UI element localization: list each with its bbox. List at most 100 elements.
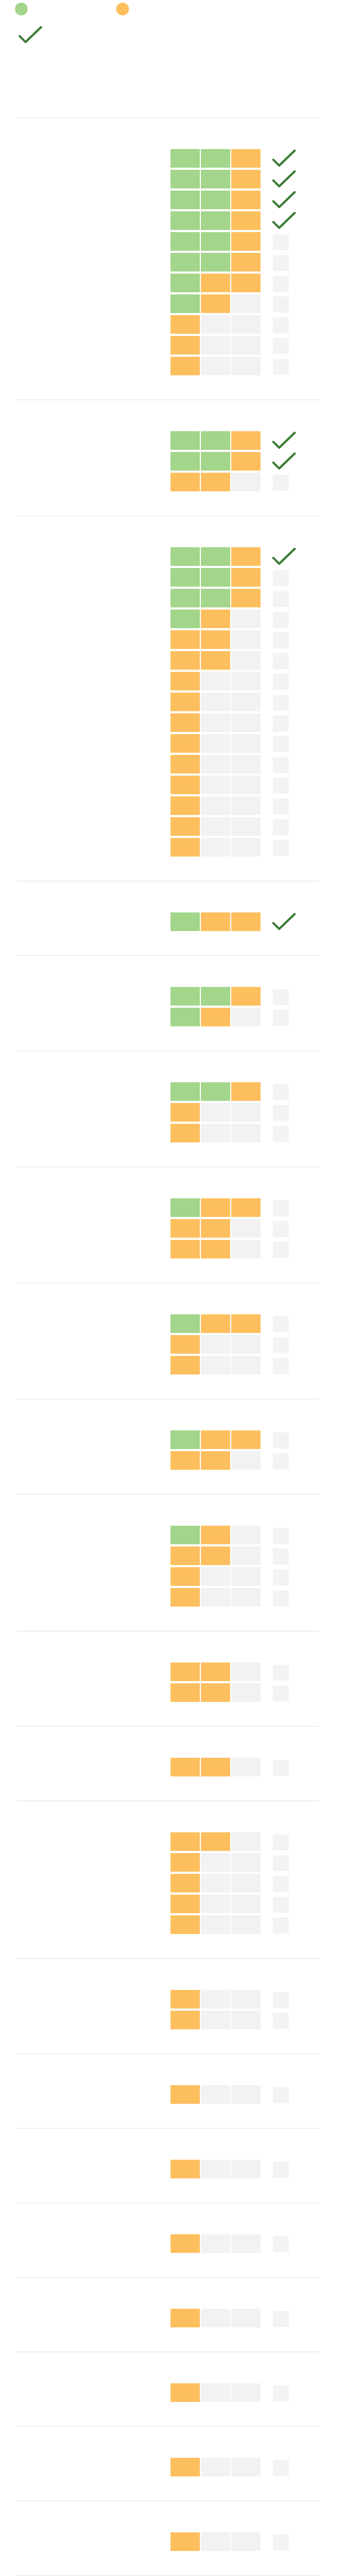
matrix-row bbox=[170, 1588, 293, 1607]
empty-status-box bbox=[273, 2236, 289, 2252]
section-divider bbox=[16, 1631, 320, 1632]
empty-status-box bbox=[273, 757, 289, 773]
orange-cell bbox=[231, 191, 261, 209]
empty-cell bbox=[231, 1008, 261, 1026]
orange-cell bbox=[201, 1008, 230, 1026]
matrix-row bbox=[170, 734, 293, 753]
matrix-row bbox=[170, 987, 293, 1006]
section-divider bbox=[16, 1800, 320, 1801]
matrix-row bbox=[170, 838, 293, 857]
green-cell bbox=[201, 547, 230, 566]
empty-cell bbox=[231, 755, 261, 773]
empty-cell bbox=[231, 1758, 261, 1776]
empty-cell bbox=[201, 1853, 230, 1872]
empty-cell bbox=[201, 672, 230, 690]
matrix-row bbox=[170, 2309, 293, 2328]
orange-cell bbox=[170, 817, 200, 836]
orange-cell bbox=[201, 1758, 230, 1776]
check-icon bbox=[272, 431, 296, 450]
empty-status-box bbox=[273, 359, 289, 375]
matrix-row bbox=[170, 1526, 293, 1545]
legend-item-green bbox=[15, 3, 28, 15]
orange-cell bbox=[231, 1198, 261, 1217]
empty-status-box bbox=[273, 989, 289, 1005]
matrix-row bbox=[170, 357, 293, 376]
empty-cell bbox=[231, 1356, 261, 1375]
matrix-row bbox=[170, 672, 293, 691]
orange-cell bbox=[170, 693, 200, 711]
check-icon bbox=[272, 211, 296, 231]
empty-cell bbox=[231, 2383, 261, 2402]
section-divider bbox=[16, 117, 320, 118]
empty-cell bbox=[231, 1853, 261, 1872]
orange-cell bbox=[170, 755, 200, 773]
orange-cell bbox=[170, 1451, 200, 1470]
orange-cell bbox=[170, 776, 200, 794]
empty-cell bbox=[201, 713, 230, 732]
empty-cell bbox=[231, 734, 261, 753]
empty-status-box bbox=[273, 2385, 289, 2401]
orange-cell bbox=[201, 1683, 230, 1702]
orange-cell bbox=[170, 1588, 200, 1607]
empty-status-box bbox=[273, 1590, 289, 1606]
orange-cell bbox=[201, 294, 230, 313]
empty-cell bbox=[231, 630, 261, 649]
check-icon bbox=[272, 170, 296, 189]
check-icon bbox=[272, 452, 296, 471]
orange-cell bbox=[201, 1219, 230, 1238]
empty-cell bbox=[201, 693, 230, 711]
empty-status-box bbox=[273, 1010, 289, 1026]
empty-cell bbox=[231, 1103, 261, 1122]
matrix-row bbox=[170, 431, 296, 450]
green-cell bbox=[170, 589, 200, 607]
matrix-row bbox=[170, 776, 293, 795]
empty-status-box bbox=[273, 1665, 289, 1681]
orange-cell bbox=[170, 1915, 200, 1934]
empty-status-box bbox=[273, 1200, 289, 1216]
green-cell bbox=[170, 1314, 200, 1333]
empty-cell bbox=[231, 473, 261, 491]
matrix-row bbox=[170, 274, 293, 293]
matrix-row bbox=[170, 1683, 293, 1702]
orange-cell bbox=[170, 651, 200, 670]
matrix-row bbox=[170, 755, 293, 774]
orange-cell bbox=[231, 452, 261, 471]
green-cell bbox=[170, 431, 200, 450]
matrix-row bbox=[170, 1082, 293, 1101]
empty-status-box bbox=[273, 1528, 289, 1544]
orange-cell bbox=[170, 1124, 200, 1142]
green-cell bbox=[170, 170, 200, 188]
section-divider bbox=[16, 1282, 320, 1283]
empty-cell bbox=[231, 1832, 261, 1851]
empty-status-box bbox=[273, 1358, 289, 1374]
orange-cell bbox=[170, 1990, 200, 2009]
section-divider bbox=[16, 2128, 320, 2129]
green-cell bbox=[170, 232, 200, 251]
matrix-row bbox=[170, 1240, 293, 1259]
matrix-row bbox=[170, 1567, 293, 1586]
matrix-row bbox=[170, 1832, 293, 1851]
orange-cell bbox=[170, 1853, 200, 1872]
green-cell bbox=[170, 211, 200, 230]
matrix-row bbox=[170, 713, 293, 733]
empty-cell bbox=[201, 315, 230, 334]
empty-cell bbox=[231, 817, 261, 836]
orange-cell bbox=[170, 1683, 200, 1702]
empty-cell bbox=[201, 357, 230, 375]
empty-cell bbox=[201, 734, 230, 753]
orange-cell bbox=[231, 431, 261, 450]
orange-cell bbox=[170, 796, 200, 815]
section-divider bbox=[16, 880, 320, 882]
empty-status-box bbox=[273, 338, 289, 354]
orange-cell bbox=[201, 1546, 230, 1565]
orange-cell bbox=[201, 1240, 230, 1258]
matrix-row bbox=[170, 2383, 293, 2402]
orange-cell bbox=[201, 1314, 230, 1333]
matrix-row bbox=[170, 796, 293, 816]
empty-cell bbox=[201, 2309, 230, 2327]
orange-cell bbox=[201, 630, 230, 649]
orange-cell bbox=[170, 2234, 200, 2253]
orange-cell bbox=[231, 1314, 261, 1333]
matrix-row bbox=[170, 473, 293, 492]
empty-cell bbox=[231, 315, 261, 334]
